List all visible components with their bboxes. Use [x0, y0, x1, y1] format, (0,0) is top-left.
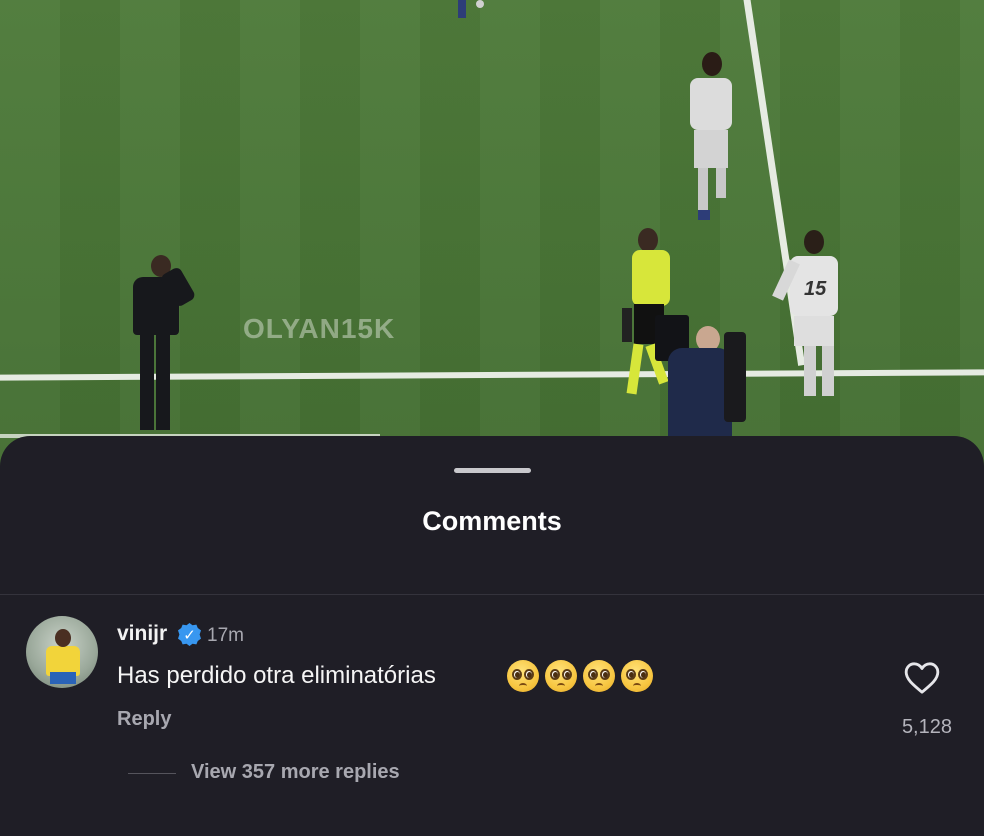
watermark: OLYAN15K	[243, 313, 396, 344]
player-white-top	[680, 52, 740, 222]
video-frame[interactable]: 15 OLYAN15K	[0, 0, 984, 470]
comments-sheet: Comments vinijr ✓ 17m Has perdido otra e…	[0, 436, 984, 836]
camera-operator	[662, 326, 754, 440]
coach-figure	[115, 255, 197, 435]
distant-player	[452, 0, 496, 20]
pleading-face-icon	[545, 660, 577, 692]
comment-username[interactable]: vinijr	[117, 622, 167, 646]
comment-timestamp: 17m	[207, 625, 244, 646]
comment-text: Has perdido otra eliminatórias	[117, 662, 436, 689]
like-button[interactable]	[902, 658, 942, 698]
sheet-title: Comments	[422, 506, 562, 536]
like-count: 5,128	[901, 716, 952, 738]
pleading-face-icon	[507, 660, 539, 692]
header-divider	[0, 594, 984, 595]
sheet-drag-handle[interactable]	[454, 468, 531, 473]
pleading-face-icon	[621, 660, 653, 692]
verified-badge-icon: ✓	[178, 623, 201, 646]
avatar[interactable]	[26, 616, 98, 688]
pleading-face-icon	[583, 660, 615, 692]
heart-outline-icon	[904, 662, 940, 694]
jersey-number: 15	[804, 278, 827, 300]
view-more-replies-button[interactable]: View 357 more replies	[191, 761, 400, 784]
player-15: 15	[772, 230, 844, 402]
reply-button[interactable]: Reply	[117, 708, 171, 731]
replies-connector-line	[128, 773, 176, 774]
